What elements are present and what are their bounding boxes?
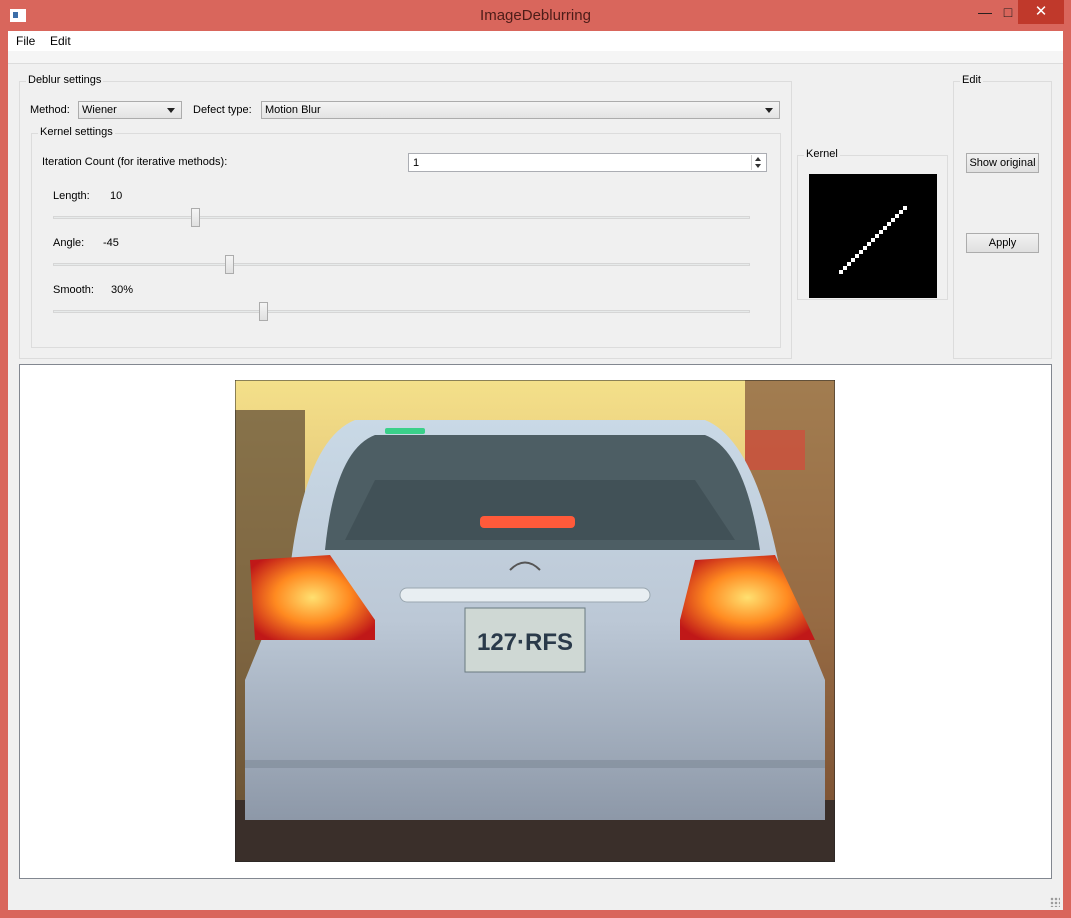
menu-file[interactable]: File bbox=[16, 34, 35, 48]
kernel-pixel bbox=[871, 238, 875, 242]
license-plate-text: 127·RFS bbox=[477, 629, 573, 656]
image-view[interactable]: 127·RFS bbox=[19, 364, 1052, 879]
close-button[interactable]: ✕ bbox=[1018, 0, 1064, 24]
kernel-settings-group: Kernel settings Iteration Count (for ite… bbox=[31, 126, 781, 348]
iteration-count-spinbox[interactable]: 1 bbox=[408, 153, 767, 172]
angle-slider-track[interactable] bbox=[53, 263, 750, 266]
edit-group: Edit Show original Apply bbox=[953, 74, 1052, 359]
smooth-slider-handle[interactable] bbox=[259, 302, 269, 321]
kernel-pixel bbox=[883, 226, 887, 230]
menu-edit[interactable]: Edit bbox=[50, 34, 71, 48]
deblur-settings-title: Deblur settings bbox=[26, 74, 104, 86]
kernel-pixel bbox=[895, 214, 899, 218]
kernel-pixel bbox=[887, 222, 891, 226]
dropdown-arrow-icon bbox=[167, 108, 175, 113]
kernel-pixel bbox=[867, 242, 871, 246]
kernel-pixel bbox=[863, 246, 867, 250]
kernel-pixel bbox=[855, 254, 859, 258]
method-value: Wiener bbox=[82, 104, 117, 116]
window-title: ImageDeblurring bbox=[480, 7, 591, 24]
defect-type-value: Motion Blur bbox=[265, 104, 321, 116]
minimize-button[interactable]: — bbox=[972, 0, 998, 24]
kernel-pixel bbox=[903, 206, 907, 210]
dropdown-arrow-icon bbox=[765, 108, 773, 113]
apply-button[interactable]: Apply bbox=[966, 233, 1039, 253]
menu-bar: File Edit bbox=[8, 31, 1063, 51]
smooth-slider-track[interactable] bbox=[53, 310, 750, 313]
kernel-settings-title: Kernel settings bbox=[38, 126, 115, 138]
spin-buttons[interactable] bbox=[751, 155, 765, 170]
client-area: File Edit Deblur settings Method: Wiener… bbox=[8, 31, 1063, 910]
iteration-count-value: 1 bbox=[413, 157, 420, 169]
minimize-icon: — bbox=[978, 4, 992, 20]
spin-up-icon[interactable] bbox=[755, 157, 761, 161]
spin-down-icon[interactable] bbox=[755, 164, 761, 168]
kernel-preview bbox=[809, 174, 937, 298]
kernel-title: Kernel bbox=[804, 148, 840, 160]
kernel-group: Kernel bbox=[797, 148, 948, 300]
kernel-pixel bbox=[851, 258, 855, 262]
maximize-icon: □ bbox=[1003, 4, 1013, 20]
angle-value: -45 bbox=[103, 237, 119, 249]
kernel-pixel bbox=[859, 250, 863, 254]
angle-label: Angle: bbox=[53, 237, 85, 249]
kernel-pixel bbox=[839, 270, 843, 274]
length-slider-handle[interactable] bbox=[190, 208, 200, 227]
kernel-pixel bbox=[879, 230, 883, 234]
close-icon: ✕ bbox=[1034, 3, 1048, 20]
defect-type-combo[interactable]: Motion Blur bbox=[261, 101, 780, 119]
smooth-label: Smooth: bbox=[53, 284, 94, 296]
length-label: Length: bbox=[53, 190, 90, 202]
method-label: Method: bbox=[30, 104, 70, 116]
angle-slider-handle[interactable] bbox=[225, 255, 234, 274]
toolbar bbox=[8, 51, 1063, 64]
kernel-pixel bbox=[875, 234, 879, 238]
kernel-pixel bbox=[843, 266, 847, 270]
show-original-button[interactable]: Show original bbox=[966, 153, 1039, 173]
method-combo[interactable]: Wiener bbox=[78, 101, 182, 119]
smooth-value: 30% bbox=[111, 284, 134, 296]
kernel-pixel bbox=[847, 262, 851, 266]
defect-type-label: Defect type: bbox=[193, 104, 252, 116]
title-bar: ImageDeblurring — □ ✕ bbox=[0, 0, 1071, 31]
kernel-pixel bbox=[899, 210, 903, 214]
kernel-pixel bbox=[891, 218, 895, 222]
edit-title: Edit bbox=[960, 74, 983, 86]
resize-grip-icon[interactable] bbox=[1050, 897, 1060, 907]
length-slider-track[interactable] bbox=[53, 216, 750, 219]
deblur-settings-group: Deblur settings Method: Wiener Defect ty… bbox=[19, 74, 792, 359]
length-value: 10 bbox=[110, 190, 123, 202]
deblurred-image: 127·RFS bbox=[235, 380, 835, 862]
iteration-count-label: Iteration Count (for iterative methods): bbox=[42, 156, 228, 168]
maximize-button[interactable]: □ bbox=[998, 0, 1018, 24]
